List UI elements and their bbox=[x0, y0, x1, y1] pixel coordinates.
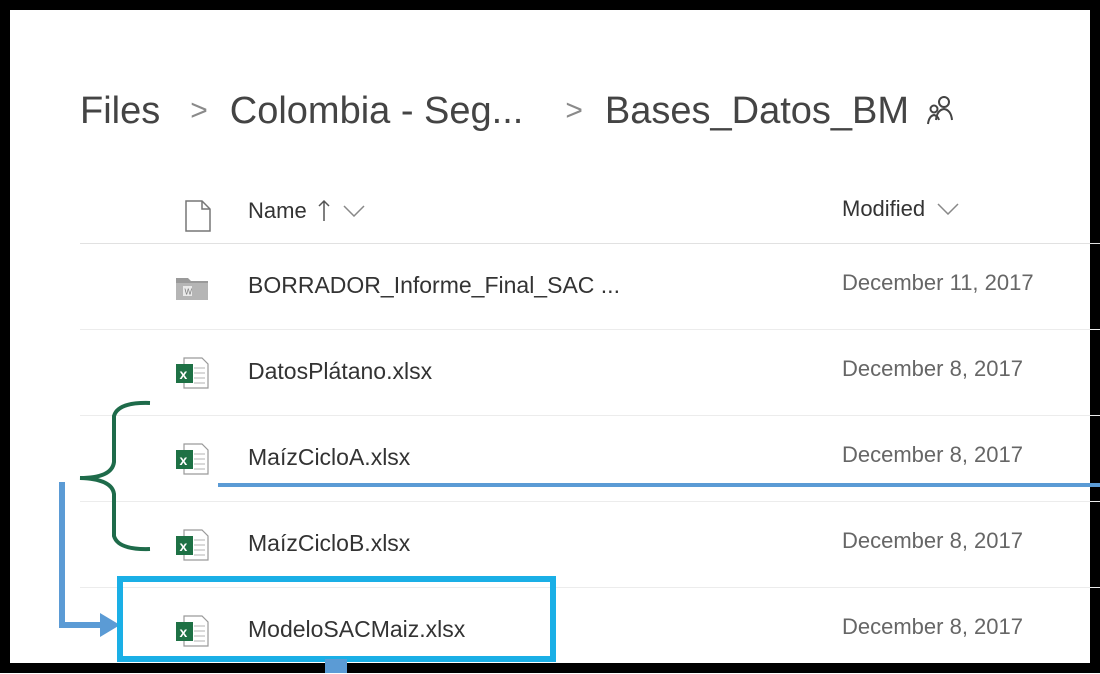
modified-date: December 11, 2017 bbox=[842, 270, 1034, 295]
folder-icon: W bbox=[176, 278, 208, 300]
breadcrumb: Files > Colombia - Seg... > Bases_Datos_… bbox=[80, 84, 955, 138]
excel-file-icon: x bbox=[176, 529, 209, 561]
name-column-label: Name bbox=[248, 198, 307, 223]
svg-text:x: x bbox=[180, 366, 188, 382]
modified-date: December 8, 2017 bbox=[842, 528, 1023, 553]
screenshot-frame: Files > Colombia - Seg... > Bases_Datos_… bbox=[0, 0, 1100, 673]
modified-date: December 8, 2017 bbox=[842, 442, 1023, 467]
breadcrumb-colombia[interactable]: Colombia - Seg... bbox=[230, 90, 524, 133]
svg-text:x: x bbox=[180, 452, 188, 468]
file-row[interactable]: x DatosPlátano.xlsx December 8, 2017 bbox=[80, 330, 1100, 416]
file-row[interactable]: x MaízCicloA.xlsx December 8, 2017 bbox=[80, 416, 1100, 502]
file-name[interactable]: ModeloSACMaiz.xlsx bbox=[248, 616, 465, 643]
file-row[interactable]: x MaízCicloB.xlsx December 8, 2017 bbox=[80, 502, 1100, 588]
breadcrumb-separator: > bbox=[565, 94, 583, 127]
svg-text:x: x bbox=[180, 538, 188, 554]
chevron-down-icon bbox=[937, 203, 959, 215]
file-name[interactable]: MaízCicloA.xlsx bbox=[248, 444, 410, 471]
breadcrumb-current-folder: Bases_Datos_BM bbox=[604, 89, 910, 132]
file-row[interactable]: W BORRADOR_Informe_Final_SAC ... Decembe… bbox=[80, 244, 1100, 330]
modified-date: December 8, 2017 bbox=[842, 356, 1023, 381]
svg-text:x: x bbox=[180, 624, 188, 640]
file-name[interactable]: MaízCicloB.xlsx bbox=[248, 530, 410, 557]
excel-file-icon: x bbox=[176, 615, 209, 647]
breadcrumb-separator: > bbox=[190, 94, 208, 127]
column-header-row: Name Modified bbox=[80, 186, 1100, 244]
shared-people-icon[interactable] bbox=[925, 94, 955, 128]
sort-ascending-icon bbox=[318, 199, 330, 221]
modified-column-header[interactable]: Modified bbox=[842, 196, 959, 222]
svg-text:W: W bbox=[185, 288, 193, 297]
chevron-down-icon bbox=[343, 205, 365, 217]
modified-date: December 8, 2017 bbox=[842, 614, 1023, 639]
file-type-icon[interactable] bbox=[184, 200, 212, 232]
excel-file-icon: x bbox=[176, 357, 209, 389]
file-name[interactable]: DatosPlátano.xlsx bbox=[248, 358, 432, 385]
breadcrumb-files[interactable]: Files bbox=[80, 90, 160, 133]
modified-column-label: Modified bbox=[842, 196, 926, 221]
file-row[interactable]: x ModeloSACMaiz.xlsx December 8, 2017 bbox=[80, 588, 1100, 674]
name-column-header[interactable]: Name bbox=[248, 198, 365, 224]
excel-file-icon: x bbox=[176, 443, 209, 475]
file-name[interactable]: BORRADOR_Informe_Final_SAC ... bbox=[248, 272, 620, 299]
